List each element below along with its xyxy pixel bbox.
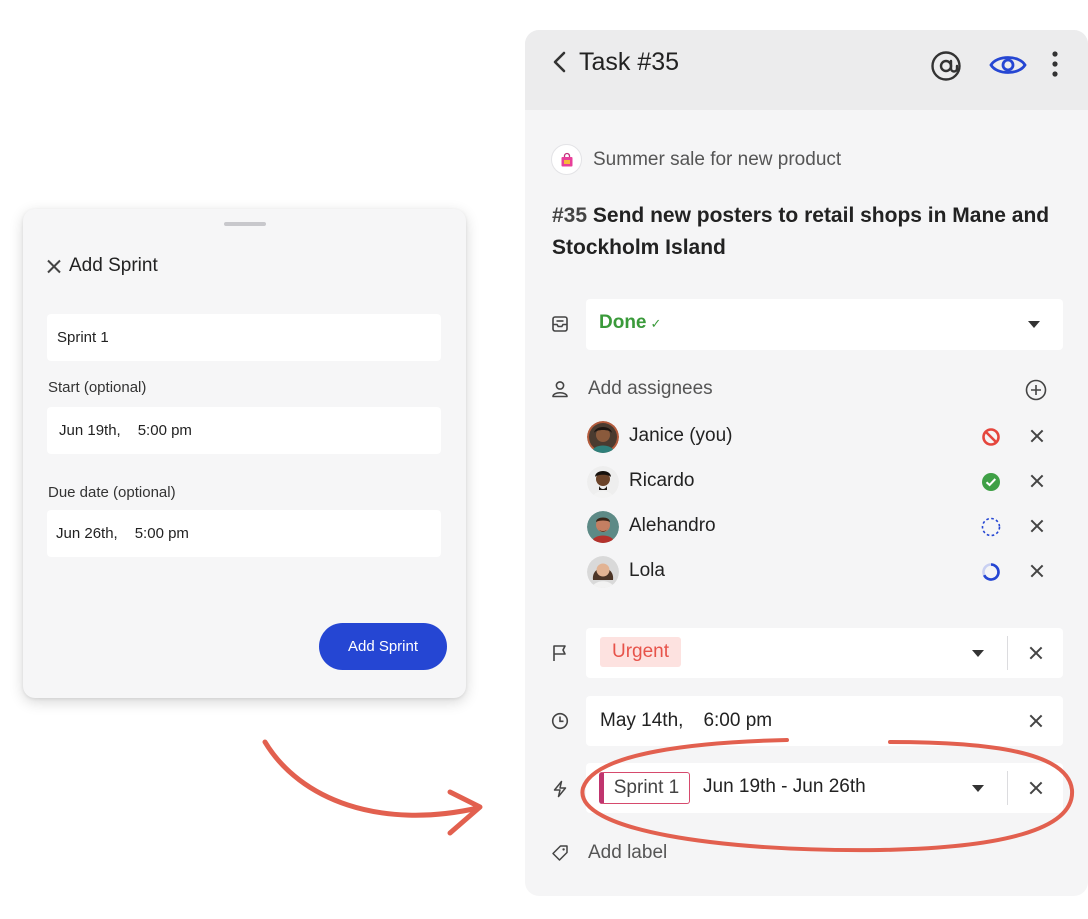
add-assignees-button[interactable]: Add assignees (588, 378, 713, 400)
add-sprint-sheet: Add Sprint Sprint 1 Start (optional) Jun… (23, 209, 466, 698)
not-started-status-icon[interactable] (980, 516, 1002, 538)
clear-date-icon[interactable] (1029, 714, 1043, 728)
due-date-field[interactable]: May 14th, 6:00 pm (586, 696, 1063, 746)
in-progress-status-icon[interactable] (980, 561, 1002, 583)
due-date-value: Jun 26th, (56, 525, 118, 542)
avatar (587, 556, 619, 588)
annotation-arrow-head (447, 789, 483, 836)
lightning-icon (553, 780, 567, 798)
clock-icon (551, 712, 569, 730)
assignee-name: Ricardo (629, 470, 695, 491)
status-label: Done (599, 312, 647, 333)
person-icon (552, 381, 568, 398)
inbox-tray-icon (552, 316, 568, 332)
task-heading: #35 Send new posters to retail shops in … (552, 200, 1072, 264)
avatar (587, 511, 619, 543)
drag-handle[interactable] (224, 222, 266, 226)
sprint-name-input[interactable]: Sprint 1 (47, 314, 441, 361)
remove-assignee-icon[interactable] (1030, 429, 1044, 443)
sheet-title: Add Sprint (69, 255, 158, 276)
assignee-row[interactable]: Ricardo (587, 466, 1057, 498)
chevron-down-icon (972, 650, 984, 657)
sprint-dropdown[interactable]: Sprint 1 Jun 19th - Jun 26th (586, 763, 1063, 813)
due-time-value: 5:00 pm (134, 525, 189, 542)
clear-sprint-icon[interactable] (1029, 781, 1043, 795)
chevron-down-icon (1028, 321, 1040, 328)
start-label: Start (optional) (48, 379, 147, 396)
sprint-chip: Sprint 1 (599, 772, 690, 804)
status-value: Done ✓ (599, 312, 661, 334)
mention-icon[interactable] (930, 50, 962, 82)
start-date-input[interactable]: Jun 19th, 5:00 pm (47, 407, 441, 454)
remove-assignee-icon[interactable] (1030, 474, 1044, 488)
sheet-header: Add Sprint (47, 255, 158, 277)
assignee-name: Janice (you) (629, 425, 733, 446)
annotation-arrow (262, 739, 481, 818)
priority-dropdown[interactable]: Urgent (586, 628, 1063, 678)
remove-assignee-icon[interactable] (1030, 564, 1044, 578)
blocked-status-icon[interactable] (980, 426, 1002, 448)
avatar (587, 421, 619, 453)
due-date-label: Due date (optional) (48, 484, 176, 501)
task-title: Send new posters to retail shops in Mane… (552, 204, 1050, 259)
more-options-icon[interactable] (1052, 51, 1058, 77)
remove-assignee-icon[interactable] (1030, 519, 1044, 533)
task-header-title: Task #35 (579, 48, 680, 76)
watch-eye-icon[interactable] (989, 52, 1027, 78)
due-date-value: May 14th, 6:00 pm (600, 710, 772, 732)
sprint-date-range: Jun 19th - Jun 26th (703, 776, 866, 797)
check-icon: ✓ (650, 316, 662, 331)
due-date-day: May 14th, (600, 710, 684, 731)
project-name[interactable]: Summer sale for new product (593, 149, 841, 171)
tag-icon (552, 845, 568, 861)
project-bag-icon (551, 144, 582, 175)
assignee-name: Lola (629, 560, 665, 581)
avatar (587, 466, 619, 498)
start-date-value: Jun 19th, (59, 422, 121, 439)
assignee-row[interactable]: Lola (587, 556, 1057, 588)
close-icon[interactable] (47, 259, 61, 273)
chevron-down-icon (972, 785, 984, 792)
start-time-value: 5:00 pm (137, 422, 192, 439)
task-number: #35 (552, 204, 588, 227)
assignee-row[interactable]: Alehandro (587, 511, 1057, 543)
due-date-time: 6:00 pm (703, 710, 773, 731)
task-panel: Task #35 Summer sale for new product #35… (525, 30, 1088, 896)
status-dropdown[interactable]: Done ✓ (586, 299, 1063, 350)
add-label-button[interactable]: Add label (588, 842, 667, 864)
due-date-input[interactable]: Jun 26th, 5:00 pm (47, 510, 441, 557)
priority-badge: Urgent (600, 637, 682, 667)
back-icon[interactable] (552, 51, 568, 73)
assignee-row[interactable]: Janice (you) (587, 421, 1057, 453)
flag-icon (553, 645, 566, 661)
sprint-name-value: Sprint 1 (57, 329, 109, 346)
done-status-icon[interactable] (980, 471, 1002, 493)
assignee-name: Alehandro (629, 515, 716, 536)
clear-priority-icon[interactable] (1029, 646, 1043, 660)
add-sprint-button[interactable]: Add Sprint (319, 623, 447, 670)
add-circle-icon[interactable] (1025, 379, 1047, 401)
